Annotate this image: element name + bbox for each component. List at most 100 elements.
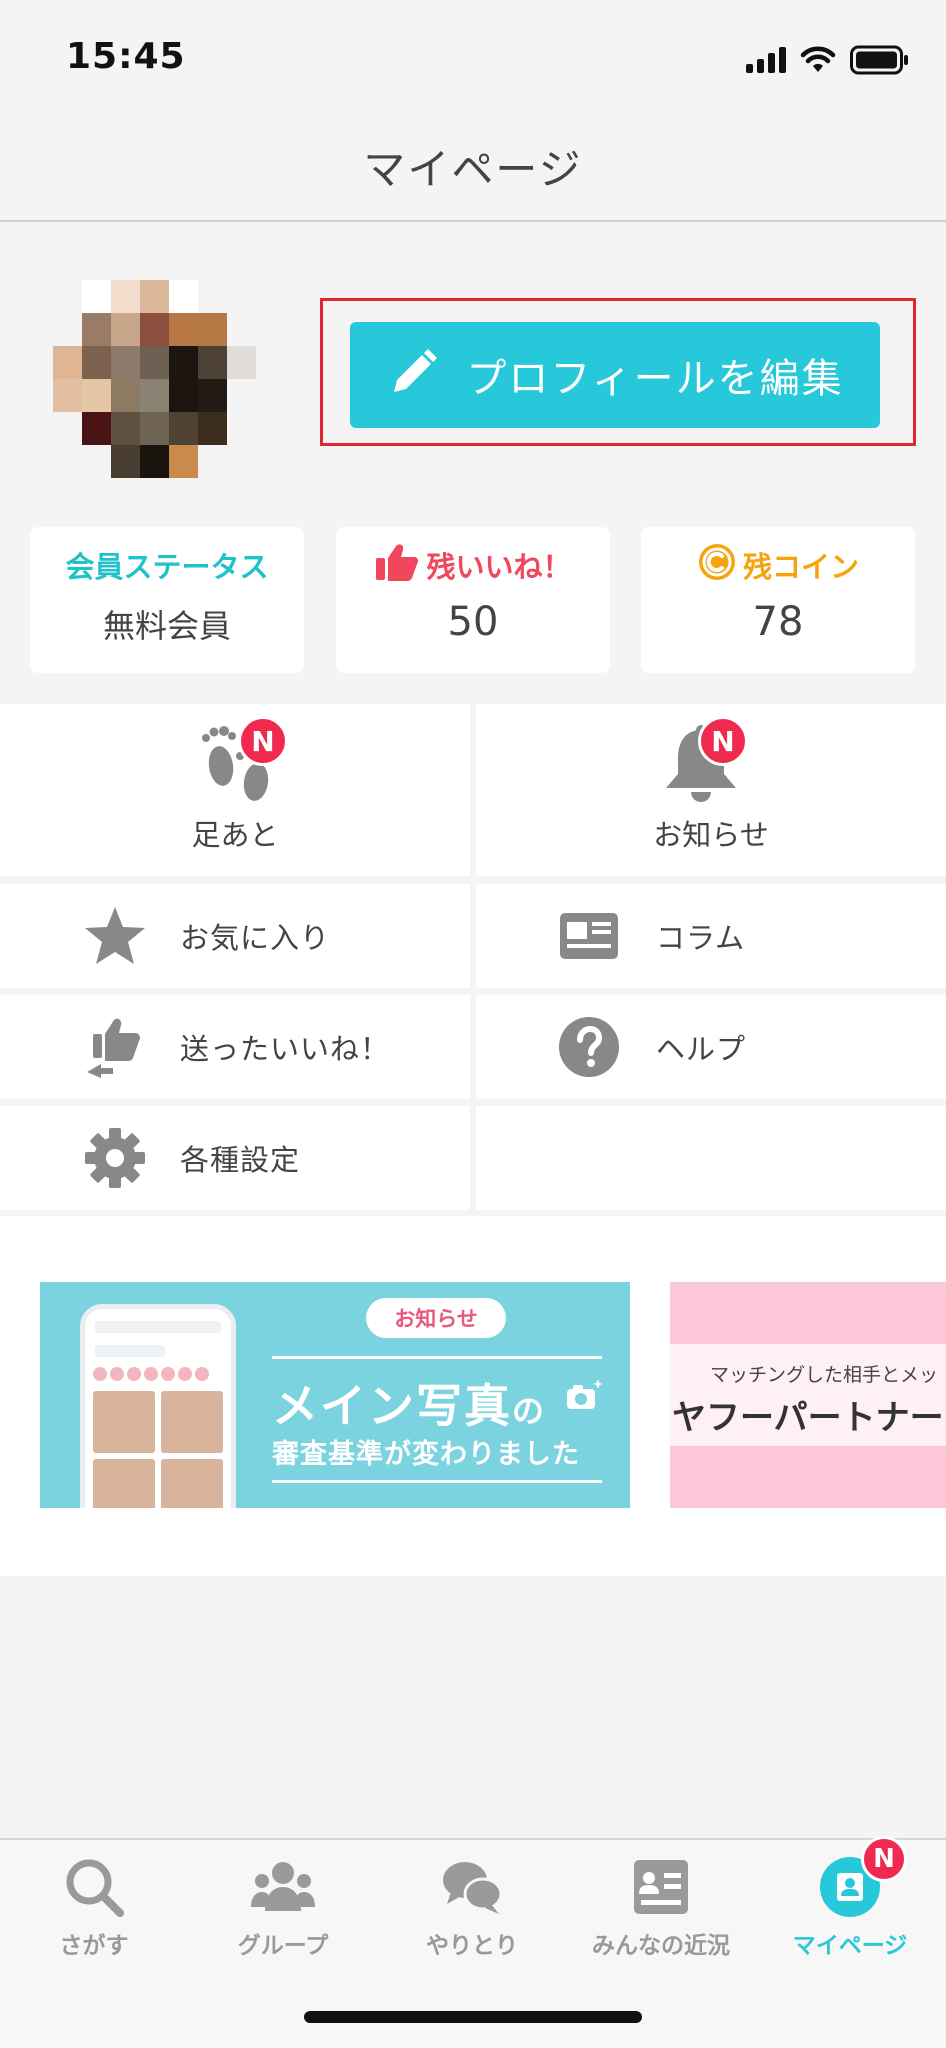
banner-photo-review[interactable]: お知らせ メイン写真の 審査基準が変わりました — [40, 1282, 630, 1508]
sent-likes-label: 送ったいいね！ — [180, 1032, 391, 1066]
mypage-icon: N — [817, 1836, 907, 1920]
avatar-pixel — [82, 445, 111, 478]
column-label: コラム — [656, 921, 746, 955]
tab-messages-label: やりとり — [426, 1933, 518, 1959]
avatar-pixel — [198, 313, 227, 346]
avatar-pixel — [53, 346, 82, 379]
group-icon — [250, 1854, 316, 1920]
mypage-badge: N — [861, 1836, 907, 1882]
home-indicator[interactable] — [304, 2011, 642, 2023]
avatar-pixel — [111, 346, 140, 379]
avatar-pixel — [169, 280, 198, 313]
newspaper-icon — [556, 903, 622, 969]
camera-icon — [564, 1370, 604, 1424]
tab-news-label: みんなの近況 — [592, 1933, 730, 1959]
menu-sent-likes[interactable]: 送ったいいね！ — [0, 995, 470, 1099]
banner-headline-main: メイン写真 — [272, 1379, 512, 1433]
avatar-pixel — [227, 280, 256, 313]
tab-messages[interactable]: やりとり — [382, 1854, 562, 1964]
tab-search-label: さがす — [59, 1933, 129, 1959]
avatar-pixel — [140, 379, 169, 412]
remaining-likes-title-row: 残いいね！ — [336, 543, 610, 585]
remaining-coins-value: 78 — [752, 599, 804, 645]
notices-label: お知らせ — [653, 818, 769, 852]
avatar-pixel — [256, 313, 285, 346]
gear-icon — [82, 1125, 148, 1191]
help-icon — [556, 1014, 622, 1080]
avatar-pixel — [198, 280, 227, 313]
menu-help[interactable]: ヘルプ — [476, 995, 946, 1099]
avatar-pixel — [227, 412, 256, 445]
menu-footprints[interactable]: N 足あと — [0, 704, 470, 876]
star-icon — [82, 903, 148, 969]
banner-carousel[interactable]: お知らせ メイン写真の 審査基準が変わりました マッチングした相手とメッ ヤフー… — [0, 1216, 946, 1576]
avatar-pixel — [82, 412, 111, 445]
avatar-pixel — [198, 445, 227, 478]
avatar-pixel — [169, 313, 198, 346]
footprints-badge: N — [238, 716, 288, 766]
avatar-pixel — [111, 379, 140, 412]
avatar-pixel — [53, 445, 82, 478]
status-time: 15:45 — [66, 36, 186, 77]
avatar-pixel — [82, 313, 111, 346]
banner-news-tag: お知らせ — [366, 1298, 506, 1338]
banner-yahoo-partner[interactable]: マッチングした相手とメッ ヤフーパートナーの — [670, 1282, 946, 1508]
banner-divider-bottom — [272, 1480, 602, 1483]
avatar-pixel — [82, 379, 111, 412]
banner-headline-suffix: の — [512, 1392, 547, 1430]
status-bar: 15:45 — [0, 0, 946, 112]
remaining-coins-title: 残コイン — [742, 550, 859, 584]
tab-group[interactable]: グループ — [193, 1854, 373, 1964]
banner2-small-text: マッチングした相手とメッ — [710, 1364, 939, 1386]
avatar[interactable] — [53, 280, 285, 478]
avatar-pixel — [169, 379, 198, 412]
avatar-pixel — [227, 346, 256, 379]
chat-icon — [439, 1854, 505, 1920]
wifi-icon — [800, 46, 836, 74]
menu-column[interactable]: コラム — [476, 884, 946, 988]
news-icon — [628, 1854, 694, 1920]
status-icons — [746, 40, 910, 80]
nav-header: マイページ — [0, 112, 946, 222]
avatar-pixel — [140, 412, 169, 445]
sent-like-icon — [82, 1014, 148, 1080]
remaining-coins-card: 残コイン 78 — [641, 527, 915, 673]
signal-icon — [746, 47, 786, 73]
menu-settings[interactable]: 各種設定 — [0, 1106, 470, 1210]
avatar-pixel — [140, 313, 169, 346]
avatar-pixel — [53, 412, 82, 445]
avatar-pixel — [256, 379, 285, 412]
tab-group-label: グループ — [237, 1933, 329, 1959]
avatar-pixel — [111, 445, 140, 478]
pencil-icon — [386, 346, 440, 404]
menu-favorites[interactable]: お気に入り — [0, 884, 470, 988]
avatar-pixel — [256, 412, 285, 445]
membership-status-card: 会員ステータス 無料会員 — [30, 527, 304, 673]
avatar-pixel — [111, 313, 140, 346]
avatar-pixel — [111, 280, 140, 313]
avatar-pixel — [227, 445, 256, 478]
avatar-pixel — [198, 346, 227, 379]
membership-status-value: 無料会員 — [102, 607, 231, 645]
favorites-label: お気に入り — [180, 921, 331, 955]
menu-notices[interactable]: N お知らせ — [476, 704, 946, 876]
avatar-pixel — [140, 280, 169, 313]
tab-search[interactable]: さがす — [4, 1854, 184, 1964]
avatar-pixel — [140, 346, 169, 379]
phone-illustration — [80, 1304, 236, 1508]
banner-headline: メイン写真の — [272, 1370, 604, 1436]
help-label: ヘルプ — [656, 1032, 747, 1066]
avatar-pixel — [256, 346, 285, 379]
avatar-pixel — [198, 412, 227, 445]
menu-empty-cell — [476, 1106, 946, 1210]
tab-mypage[interactable]: N マイページ — [760, 1836, 940, 1964]
avatar-pixel — [140, 445, 169, 478]
remaining-coins-title-row: 残コイン — [641, 543, 915, 585]
tab-mypage-label: マイページ — [792, 1933, 908, 1959]
avatar-pixel — [82, 280, 111, 313]
membership-status-title: 会員ステータス — [65, 550, 269, 584]
edit-profile-button[interactable]: プロフィールを編集 — [350, 322, 880, 428]
tab-news[interactable]: みんなの近況 — [571, 1854, 751, 1964]
avatar-pixel — [198, 379, 227, 412]
avatar-pixel — [227, 379, 256, 412]
